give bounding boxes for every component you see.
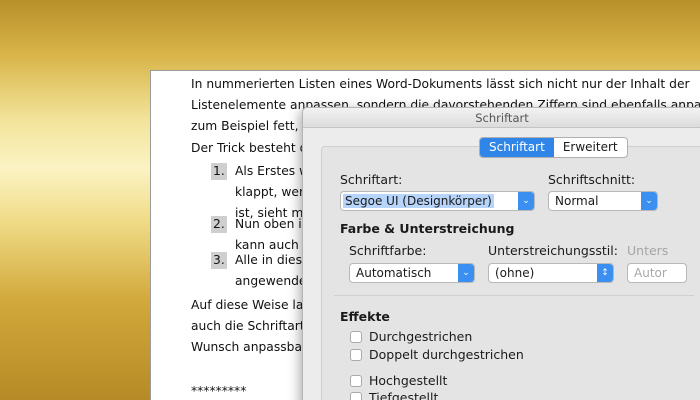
chevron-down-icon[interactable]: ⌄: [458, 264, 474, 282]
font-color-label: Schriftfarbe:: [349, 243, 427, 258]
dialog-tab-control: Schriftart Erweitert: [479, 137, 628, 158]
font-value: Segoe UI (Designkörper): [343, 194, 494, 208]
font-color-select[interactable]: Automatisch ⌄: [349, 263, 475, 283]
doc-text-line: Wunsch anpassbar.: [191, 340, 310, 354]
list-number-3: 3.: [211, 252, 227, 269]
font-color-value: Automatisch: [356, 266, 432, 280]
strikethrough-checkbox[interactable]: Durchgestrichen: [350, 329, 472, 344]
doc-separator-stars: *********: [191, 384, 247, 398]
font-label: Schriftart:: [340, 172, 403, 187]
dialog-panel: Schriftart: Segoe UI (Designkörper) ⌄ Sc…: [321, 146, 700, 400]
dialog-title: Schriftart: [303, 108, 700, 128]
color-section-heading: Farbe & Unterstreichung: [340, 221, 515, 236]
underline-style-select[interactable]: (ohne) ↕: [488, 263, 614, 283]
checkbox-label: Durchgestrichen: [369, 329, 473, 344]
checkbox-label: Tiefgestellt: [369, 390, 439, 400]
underline-style-label: Unterstreichungsstil:: [488, 243, 618, 258]
tab-erweitert[interactable]: Erweitert: [554, 138, 627, 157]
chevron-down-icon[interactable]: ⌄: [641, 192, 657, 210]
style-value: Normal: [555, 194, 599, 208]
style-select[interactable]: Normal ⌄: [548, 191, 658, 211]
doc-text-line: In nummerierten Listen eines Word-Dokume…: [191, 77, 690, 91]
underline-color-select[interactable]: Autor: [627, 263, 687, 283]
double-strikethrough-checkbox[interactable]: Doppelt durchgestrichen: [350, 347, 524, 362]
subscript-checkbox[interactable]: Tiefgestellt: [350, 390, 438, 400]
list-number-2: 2.: [211, 216, 227, 233]
underline-style-value: (ohne): [495, 266, 535, 280]
underline-color-value: Autor: [634, 266, 667, 280]
checkbox-box[interactable]: [350, 391, 362, 400]
checkbox-box[interactable]: [350, 330, 362, 343]
checkbox-box[interactable]: [350, 374, 362, 387]
superscript-checkbox[interactable]: Hochgestellt: [350, 373, 447, 388]
chevron-down-icon[interactable]: ⌄: [518, 192, 534, 210]
underline-color-label: Unters: [627, 243, 669, 258]
list-number-1: 1.: [211, 163, 227, 180]
checkbox-label: Hochgestellt: [369, 373, 448, 388]
font-dialog: Schriftart Schriftart: Segoe UI (Designk…: [302, 107, 700, 400]
checkbox-box[interactable]: [350, 348, 362, 361]
updown-arrows-icon[interactable]: ↕: [597, 264, 613, 282]
tab-schriftart[interactable]: Schriftart: [480, 138, 554, 157]
divider: [334, 295, 694, 296]
doc-text-line: Der Trick besteht dar: [191, 141, 321, 155]
style-label: Schriftschnitt:: [548, 172, 636, 187]
checkbox-label: Doppelt durchgestrichen: [369, 347, 524, 362]
effects-section-heading: Effekte: [340, 309, 390, 324]
font-combobox[interactable]: Segoe UI (Designkörper) ⌄: [340, 191, 535, 211]
